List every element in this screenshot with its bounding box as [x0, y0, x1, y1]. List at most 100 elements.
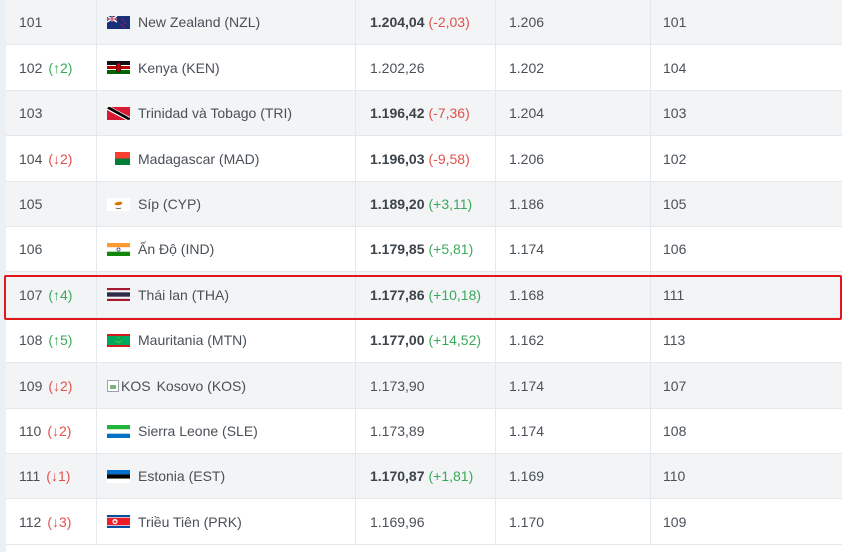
table-row[interactable]: 111 (↓1) Estonia (EST) 1.170,87 (+1,81) 1.169… [6, 454, 842, 499]
points-value: 1.196,03 [370, 150, 425, 167]
team-name[interactable]: Síp (CYP) [138, 196, 201, 212]
thailand-flag-icon [107, 288, 130, 301]
rank-number: 106 [19, 241, 43, 257]
points-value: 1.202,26 [370, 59, 425, 76]
rank-number: 104 [19, 150, 43, 167]
team-cell: Sierra Leone (SLE) [96, 409, 355, 453]
table-row[interactable]: 106 Ấn Độ (IND) 1.179,85 (+5,81) 1.174 106 [6, 227, 842, 272]
rank-number: 111 [19, 468, 41, 484]
points-change: (+14,52) [428, 332, 482, 348]
table-row[interactable]: 101 New Zealand (NZL) 1.204,04 (-2,03) 1.206… [6, 0, 842, 45]
previous-points-cell: 1.168 [495, 272, 650, 317]
ranking-table: 101 New Zealand (NZL) 1.204,04 (-2,03) 1.206… [0, 0, 842, 552]
previous-points-cell: 1.206 [495, 0, 650, 44]
points-value: 1.169,96 [370, 513, 425, 530]
rank-number: 105 [19, 196, 43, 212]
team-name[interactable]: Mauritania (MTN) [138, 332, 247, 348]
team-name[interactable]: Kosovo (KOS) [157, 378, 246, 394]
north-korea-flag-icon [107, 515, 130, 528]
previous-rank-cell: 103 [650, 91, 842, 135]
previous-points-cell: 1.204 [495, 91, 650, 135]
team-name[interactable]: Estonia (EST) [138, 468, 225, 484]
points-cell: 1.177,86 (+10,18) [355, 272, 495, 317]
points-cell: 1.189,20 (+3,11) [355, 182, 495, 226]
table-row[interactable]: 105 Síp (CYP) 1.189,20 (+3,11) 1.186 105 [6, 182, 842, 227]
rank-movement: (↓2) [47, 423, 72, 439]
previous-rank-cell: 106 [650, 227, 842, 271]
table-row[interactable]: 108 (↑5) Mauritania (MTN) 1.177,00 (+14,52) 1… [6, 318, 842, 363]
team-cell: Estonia (EST) [96, 454, 355, 498]
previous-rank-cell: 105 [650, 182, 842, 226]
team-cell: Madagascar (MAD) [96, 136, 355, 181]
table-row[interactable]: 110 (↓2) Sierra Leone (SLE) 1.173,89 1.174 10… [6, 409, 842, 454]
team-cell: Kenya (KEN) [96, 45, 355, 90]
cyprus-flag-icon [107, 197, 130, 211]
team-name[interactable]: Madagascar (MAD) [138, 151, 259, 167]
team-cell: New Zealand (NZL) [96, 0, 355, 44]
team-name[interactable]: Sierra Leone (SLE) [138, 423, 258, 439]
points-cell: 1.173,89 [355, 409, 495, 453]
previous-rank-cell: 101 [650, 0, 842, 44]
previous-points-cell: 1.174 [495, 363, 650, 408]
previous-rank-cell: 108 [650, 409, 842, 453]
table-row[interactable]: 112 (↓3) Triều Tiên (PRK) 1.169,96 1.170 109 [6, 499, 842, 545]
table-row[interactable]: 102 (↑2) Kenya (KEN) 1.202,26 1.202 104 [6, 45, 842, 91]
points-change: (-7,36) [428, 105, 470, 121]
points-cell: 1.202,26 [355, 45, 495, 90]
team-name[interactable]: Trinidad và Tobago (TRI) [138, 105, 292, 121]
previous-rank-cell: 107 [650, 363, 842, 408]
rank-cell: 105 [6, 182, 96, 226]
rank-cell: 103 [6, 91, 96, 135]
points-cell: 1.173,90 [355, 363, 495, 408]
trinidad-tobago-flag-icon [107, 106, 130, 120]
points-value: 1.170,87 [370, 468, 425, 484]
rank-number: 101 [19, 14, 43, 30]
previous-points-cell: 1.170 [495, 499, 650, 544]
mauritania-flag-icon [107, 333, 130, 347]
rank-cell: 101 [6, 0, 96, 44]
points-value: 1.173,90 [370, 377, 425, 394]
kosovo-flag-icon: KOS [107, 378, 151, 394]
rank-number: 108 [19, 332, 43, 348]
points-value: 1.196,42 [370, 105, 425, 121]
rank-cell: 111 (↓1) [6, 454, 96, 498]
table-row[interactable]: 104 (↓2) Madagascar (MAD) 1.196,03 (-9,58) 1.… [6, 136, 842, 182]
team-name[interactable]: Ấn Độ (IND) [138, 241, 214, 257]
rank-cell: 108 (↑5) [6, 318, 96, 362]
points-value: 1.189,20 [370, 196, 425, 212]
rank-number: 103 [19, 105, 43, 121]
previous-rank-cell: 110 [650, 454, 842, 498]
previous-rank-cell: 109 [650, 499, 842, 544]
team-name[interactable]: New Zealand (NZL) [138, 14, 260, 30]
previous-points-cell: 1.169 [495, 454, 650, 498]
rank-movement: (↓2) [48, 377, 73, 394]
table-row[interactable]: 109 (↓2) KOS Kosovo (KOS) 1.173,90 1.174 107 [6, 363, 842, 409]
points-change: (+10,18) [428, 286, 482, 303]
team-name[interactable]: Triều Tiên (PRK) [138, 514, 242, 530]
new-zealand-flag-icon [107, 15, 130, 29]
table-row[interactable]: 107 (↑4) Thái lan (THA) 1.177,86 (+10,18) 1.1… [6, 272, 842, 318]
previous-rank-cell: 113 [650, 318, 842, 362]
team-cell: Thái lan (THA) [96, 272, 355, 317]
team-cell: Trinidad và Tobago (TRI) [96, 91, 355, 135]
flag-alt-text: KOS [121, 377, 151, 394]
points-value: 1.173,89 [370, 423, 425, 439]
team-cell: Triều Tiên (PRK) [96, 499, 355, 544]
points-change: (-9,58) [428, 150, 470, 167]
team-cell: Mauritania (MTN) [96, 318, 355, 362]
rank-movement: (↓2) [48, 150, 73, 167]
points-change: (+5,81) [428, 241, 474, 257]
points-change: (+1,81) [428, 468, 474, 484]
team-name[interactable]: Kenya (KEN) [138, 60, 220, 76]
points-change: (-2,03) [428, 14, 470, 30]
table-row[interactable]: 103 Trinidad và Tobago (TRI) 1.196,42 (-7,3… [6, 91, 842, 136]
rank-movement: (↑2) [48, 59, 73, 76]
previous-points-cell: 1.186 [495, 182, 650, 226]
rank-movement: (↓3) [47, 513, 72, 530]
rank-number: 110 [19, 423, 42, 439]
previous-points-cell: 1.174 [495, 227, 650, 271]
madagascar-flag-icon [107, 152, 130, 165]
rank-number: 107 [19, 286, 43, 303]
team-name[interactable]: Thái lan (THA) [138, 287, 229, 303]
rank-movement: (↑5) [48, 332, 73, 348]
